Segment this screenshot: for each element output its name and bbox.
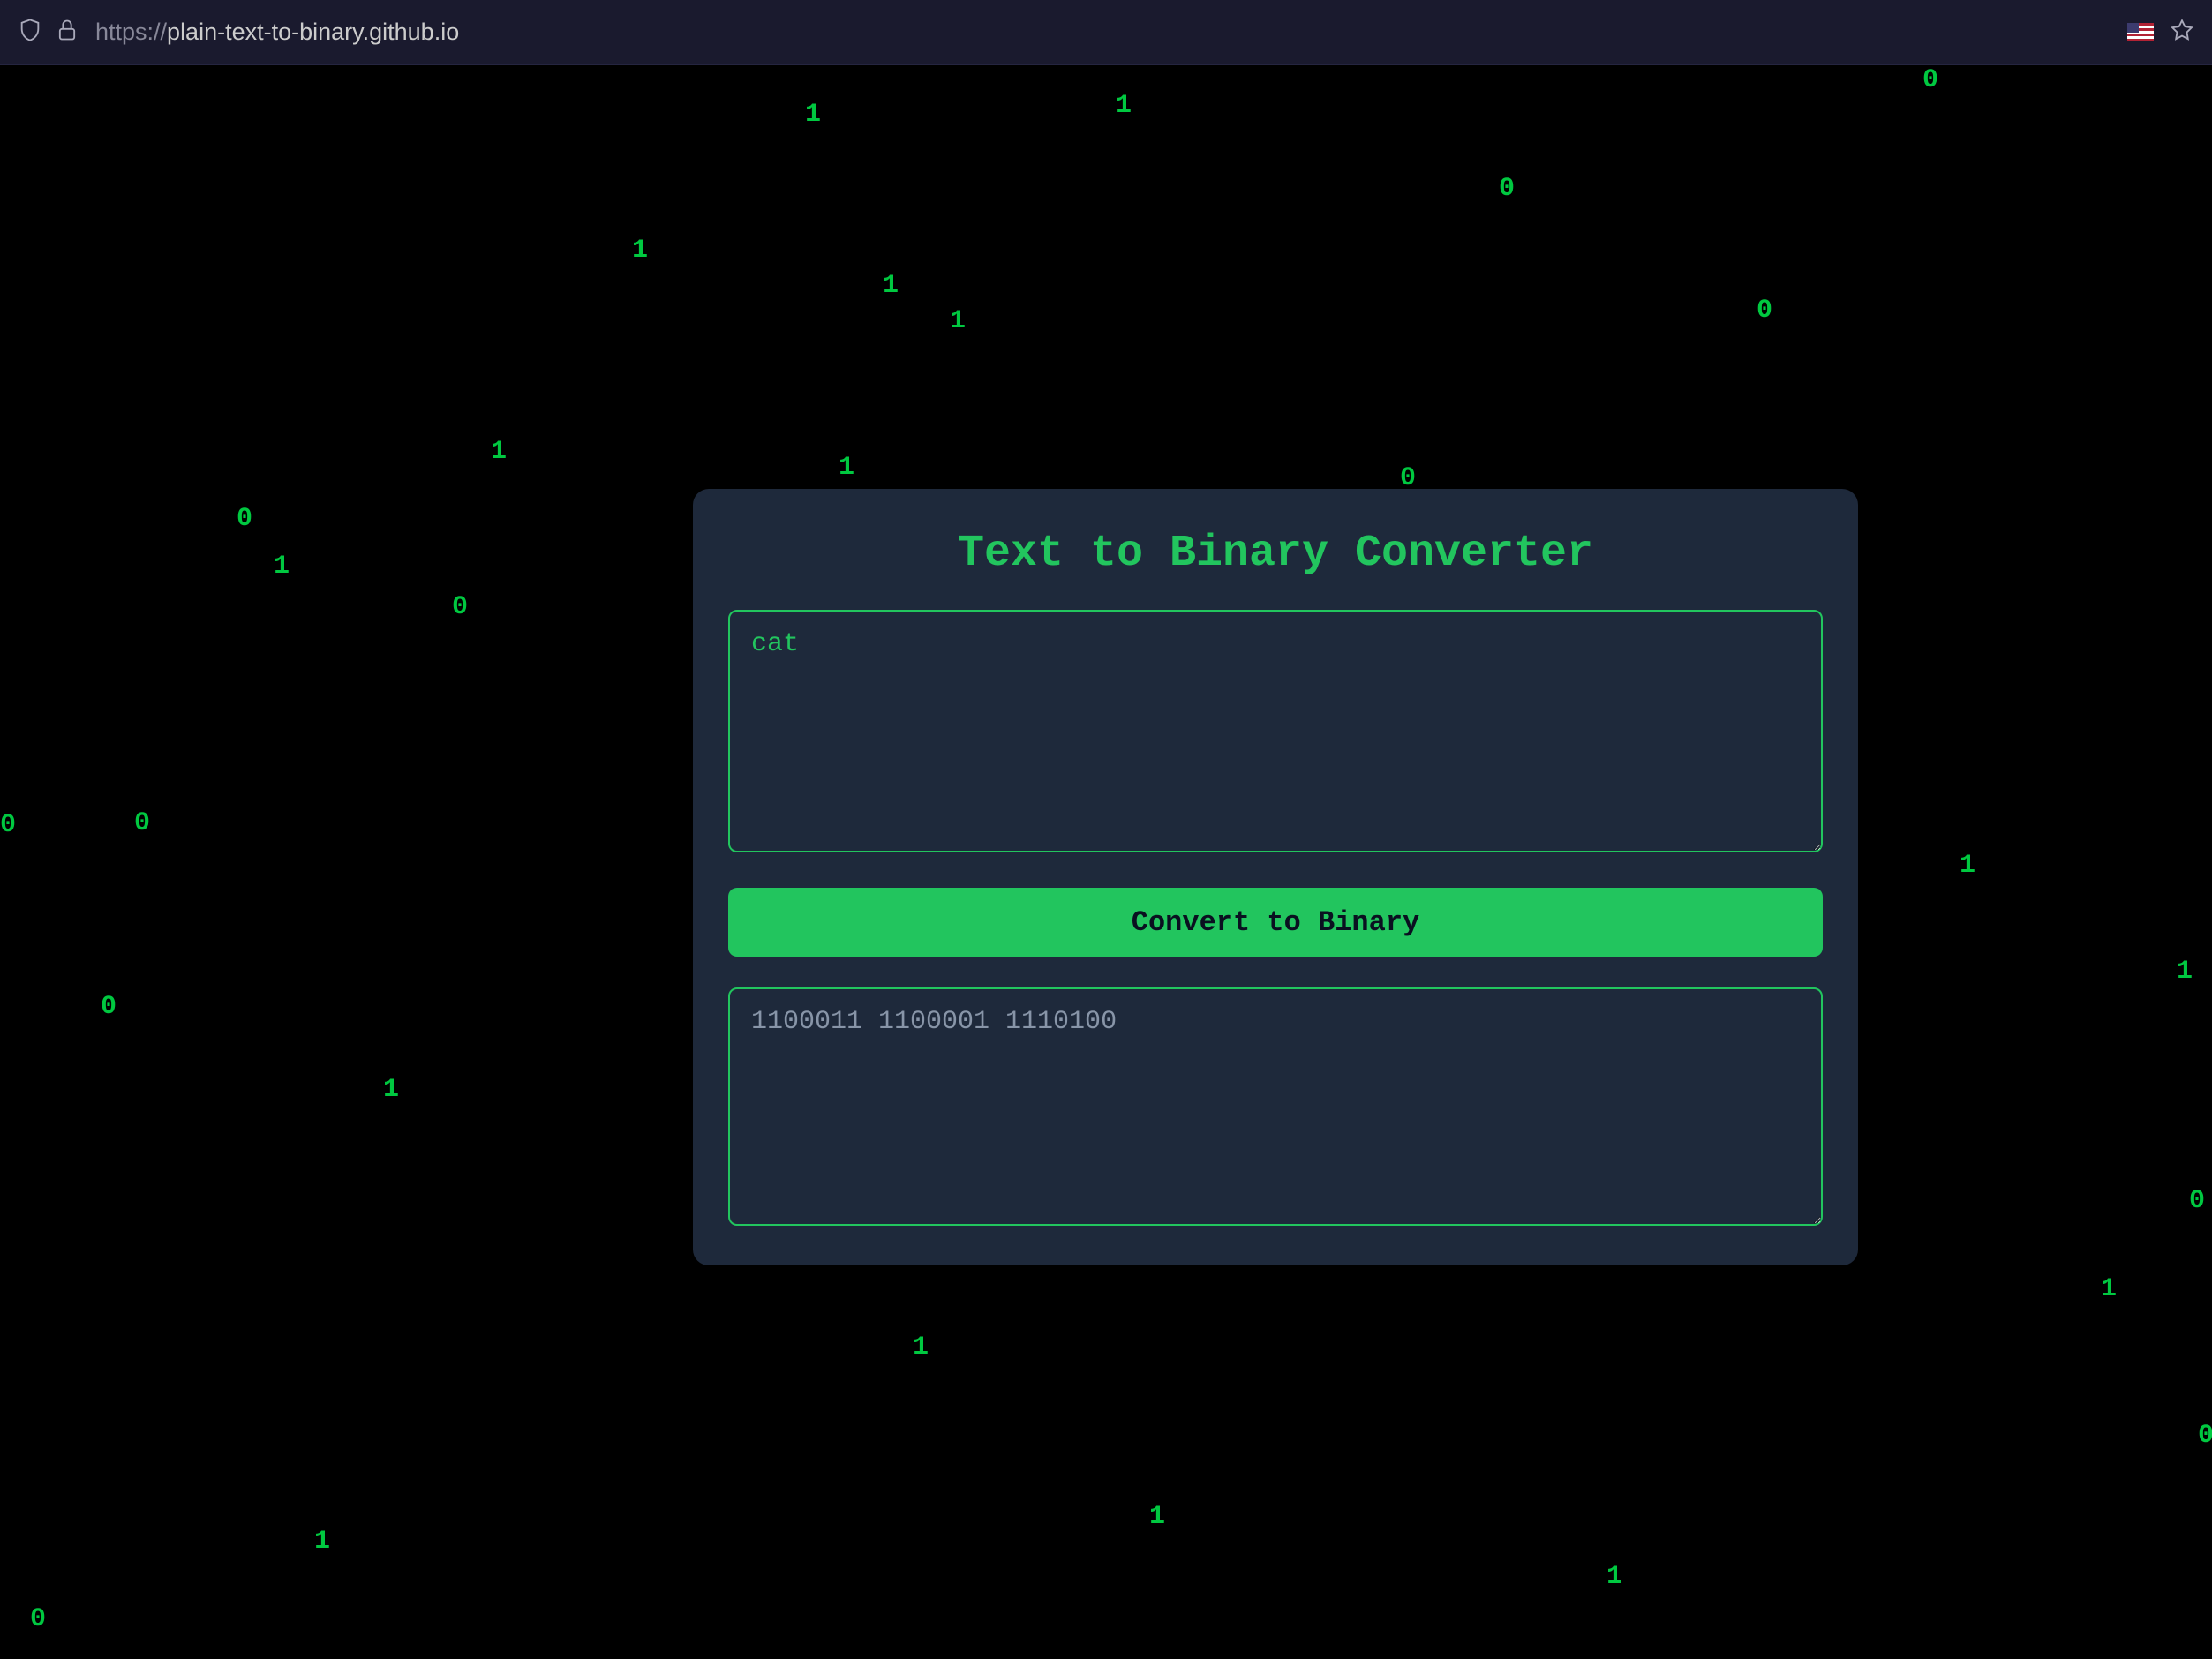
page-content: 1100111011001000110101101110 Text to Bin… <box>0 65 2212 1659</box>
bookmark-star-icon[interactable] <box>2170 18 2194 47</box>
binary-output[interactable] <box>728 987 1823 1226</box>
bg-digit: 1 <box>913 1332 929 1362</box>
lock-icon <box>55 18 79 47</box>
bg-digit: 0 <box>2189 1186 2205 1216</box>
bg-digit: 1 <box>632 236 648 266</box>
bg-digit: 0 <box>101 992 117 1022</box>
url-display[interactable]: https://plain-text-to-binary.github.io <box>95 19 459 46</box>
bg-digit: 1 <box>383 1075 399 1105</box>
bg-digit: 0 <box>134 808 150 838</box>
bg-digit: 1 <box>950 306 966 336</box>
bg-digit: 0 <box>0 810 16 840</box>
bg-digit: 0 <box>452 592 468 622</box>
url-domain: plain-text-to-binary.github.io <box>167 19 459 45</box>
browser-address-bar: https://plain-text-to-binary.github.io <box>0 0 2212 65</box>
output-wrap <box>728 987 1823 1230</box>
shield-icon[interactable] <box>18 18 42 47</box>
bg-digit: 0 <box>1922 65 1938 95</box>
bg-digit: 0 <box>30 1604 46 1634</box>
bg-digit: 1 <box>1116 91 1132 121</box>
bg-digit: 1 <box>2177 957 2193 987</box>
bg-digit: 1 <box>805 100 821 130</box>
browser-security-icons <box>18 18 79 47</box>
bg-digit: 1 <box>274 552 290 582</box>
bg-digit: 0 <box>1499 174 1515 204</box>
url-protocol: https:// <box>95 19 167 45</box>
browser-right-icons <box>2127 18 2194 47</box>
bg-digit: 1 <box>491 437 507 467</box>
flag-icon[interactable] <box>2127 23 2154 41</box>
bg-digit: 1 <box>2101 1274 2117 1304</box>
bg-digit: 1 <box>839 453 854 483</box>
bg-digit: 1 <box>1960 851 1975 881</box>
text-input[interactable] <box>728 610 1823 852</box>
converter-card: Text to Binary Converter Convert to Bina… <box>693 489 1858 1265</box>
input-wrap <box>728 610 1823 888</box>
bg-digit: 1 <box>314 1527 330 1557</box>
bg-digit: 1 <box>1606 1562 1622 1592</box>
convert-button[interactable]: Convert to Binary <box>728 888 1823 957</box>
bg-digit: 1 <box>883 271 899 301</box>
bg-digit: 1 <box>1149 1502 1165 1532</box>
bg-digit: 0 <box>237 504 252 534</box>
bg-digit: 0 <box>2198 1421 2212 1451</box>
card-title: Text to Binary Converter <box>728 529 1823 579</box>
bg-digit: 0 <box>1757 296 1772 326</box>
